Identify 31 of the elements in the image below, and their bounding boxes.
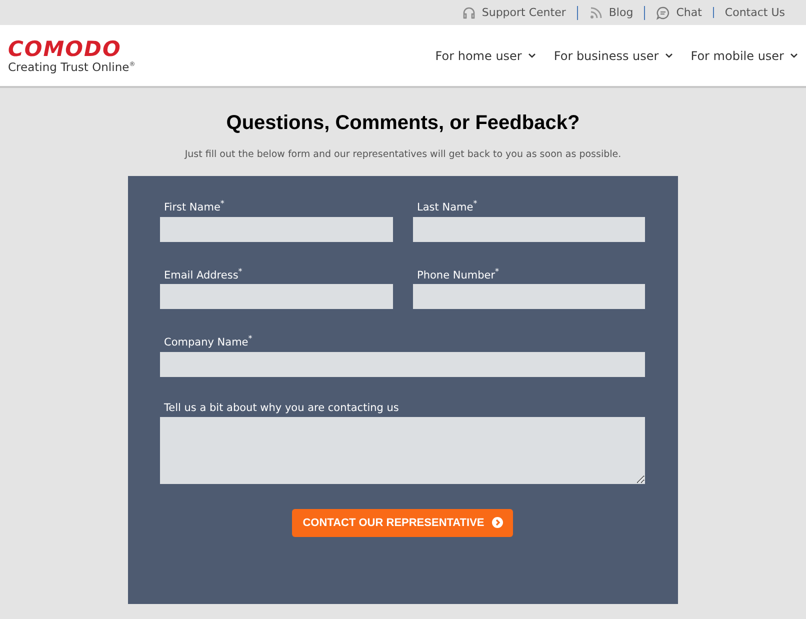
input-field[interactable] xyxy=(413,284,645,309)
chevron-down-icon xyxy=(790,52,798,58)
nav-menu-item[interactable]: For business user xyxy=(554,48,659,62)
chevron-down-icon xyxy=(664,52,673,58)
page-heading: Questions, Comments, or Feedback? xyxy=(226,112,580,135)
nav-menu-item[interactable]: For home user xyxy=(435,48,522,62)
input-field[interactable] xyxy=(160,284,393,309)
intro-text: Just fill out the below form and our representatives will get back to you as soon as possible. xyxy=(184,149,622,160)
logo-wordmark[interactable]: COMODO xyxy=(8,38,136,60)
field-label: Company Name$^{*}$ xyxy=(163,334,254,348)
top-link[interactable]: Chat xyxy=(676,7,702,18)
nav-menu-item[interactable]: For mobile user xyxy=(690,48,784,62)
top-link[interactable]: Contact Us xyxy=(724,7,785,18)
field-label: First Name$^{*}$ xyxy=(163,199,226,214)
headset-icon xyxy=(462,6,476,20)
field-label: Last Name$^{*}$ xyxy=(416,199,478,214)
top-link[interactable]: Support Center xyxy=(482,7,566,18)
logo-tagline: Creating Trust Online$^{®}$ xyxy=(8,60,136,74)
input-field[interactable] xyxy=(413,216,645,242)
chevron-down-icon xyxy=(528,52,536,58)
input-field[interactable] xyxy=(160,216,393,242)
field-label: Email Address$^{*}$ xyxy=(163,266,244,281)
submit-button[interactable]: CONTACT OUR REPRESENTATIVE xyxy=(292,508,514,536)
input-field[interactable] xyxy=(160,352,645,376)
field-label: Tell us a bit about why you are contacting us xyxy=(163,402,400,414)
rss-icon xyxy=(588,6,603,20)
arrow-circle-icon xyxy=(492,517,504,528)
message-field[interactable] xyxy=(160,416,645,484)
field-label: Phone Number$^{*}$ xyxy=(416,266,500,281)
chat-icon xyxy=(656,6,670,20)
top-link[interactable]: Blog xyxy=(608,7,634,18)
